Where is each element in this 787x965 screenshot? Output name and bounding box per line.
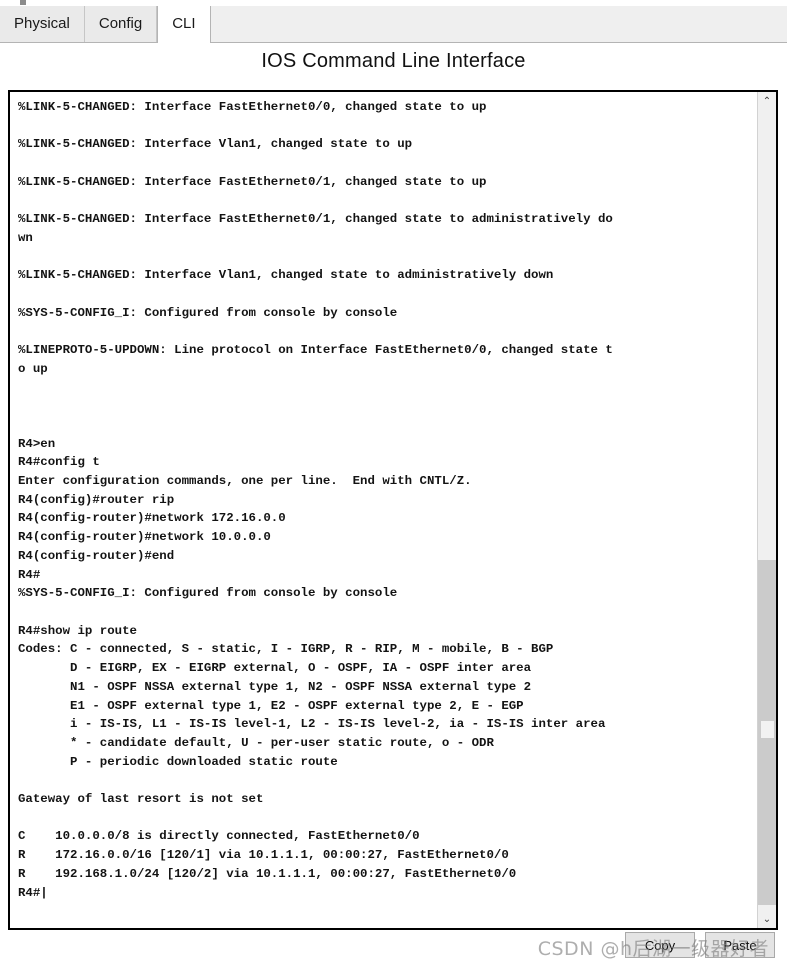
artifact-speck [20,0,26,5]
tab-strip: Physical Config CLI [0,6,787,43]
terminal-output-text: %LINK-5-CHANGED: Interface FastEthernet0… [18,100,613,900]
scroll-up-icon[interactable]: ⌃ [758,92,776,110]
button-row: Copy Paste [625,932,775,958]
scroll-down-icon[interactable]: ⌄ [758,910,776,928]
paste-button[interactable]: Paste [705,932,775,958]
tab-config[interactable]: Config [84,6,158,42]
scrollbar-thumb[interactable] [758,560,776,905]
bottom-action-bar: Copy Paste [0,932,787,965]
copy-button[interactable]: Copy [625,932,695,958]
terminal-output-area[interactable]: %LINK-5-CHANGED: Interface FastEthernet0… [10,92,757,928]
scrollbar-thumb-grip [761,721,774,738]
tab-list: Physical Config CLI [0,6,787,43]
terminal-scrollbar[interactable]: ⌃ ⌄ [757,92,776,928]
cli-terminal[interactable]: %LINK-5-CHANGED: Interface FastEthernet0… [8,90,778,930]
tab-physical[interactable]: Physical [0,6,85,42]
page-title: IOS Command Line Interface [261,50,526,72]
tab-cli[interactable]: CLI [157,6,211,43]
